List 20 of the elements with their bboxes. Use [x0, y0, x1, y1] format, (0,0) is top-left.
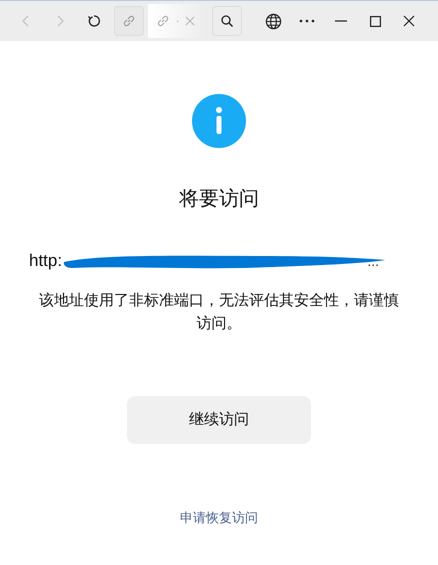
appeal-link[interactable]: 申请恢复访问	[180, 508, 258, 528]
link-tab[interactable]	[114, 6, 144, 36]
reload-icon	[87, 14, 101, 28]
more-icon	[299, 19, 315, 23]
close-icon	[403, 15, 415, 27]
minimize-icon	[335, 20, 347, 22]
url-ellipsis: ...	[367, 252, 379, 270]
info-icon	[192, 94, 246, 148]
close-icon[interactable]	[185, 16, 196, 26]
maximize-icon	[370, 16, 380, 26]
tab-title: ·	[176, 14, 180, 28]
link-icon	[156, 14, 170, 28]
url-text: http:	[29, 250, 62, 272]
search-icon	[220, 14, 234, 28]
dialog-title: 将要访问	[179, 187, 259, 212]
link-icon	[122, 14, 136, 28]
warning-message: 该地址使用了非标准端口，无法评估其安全性，请谨慎访问。	[38, 291, 400, 334]
globe-icon	[264, 12, 282, 30]
search-button[interactable]	[212, 6, 242, 36]
continue-button[interactable]: 继续访问	[127, 396, 311, 444]
